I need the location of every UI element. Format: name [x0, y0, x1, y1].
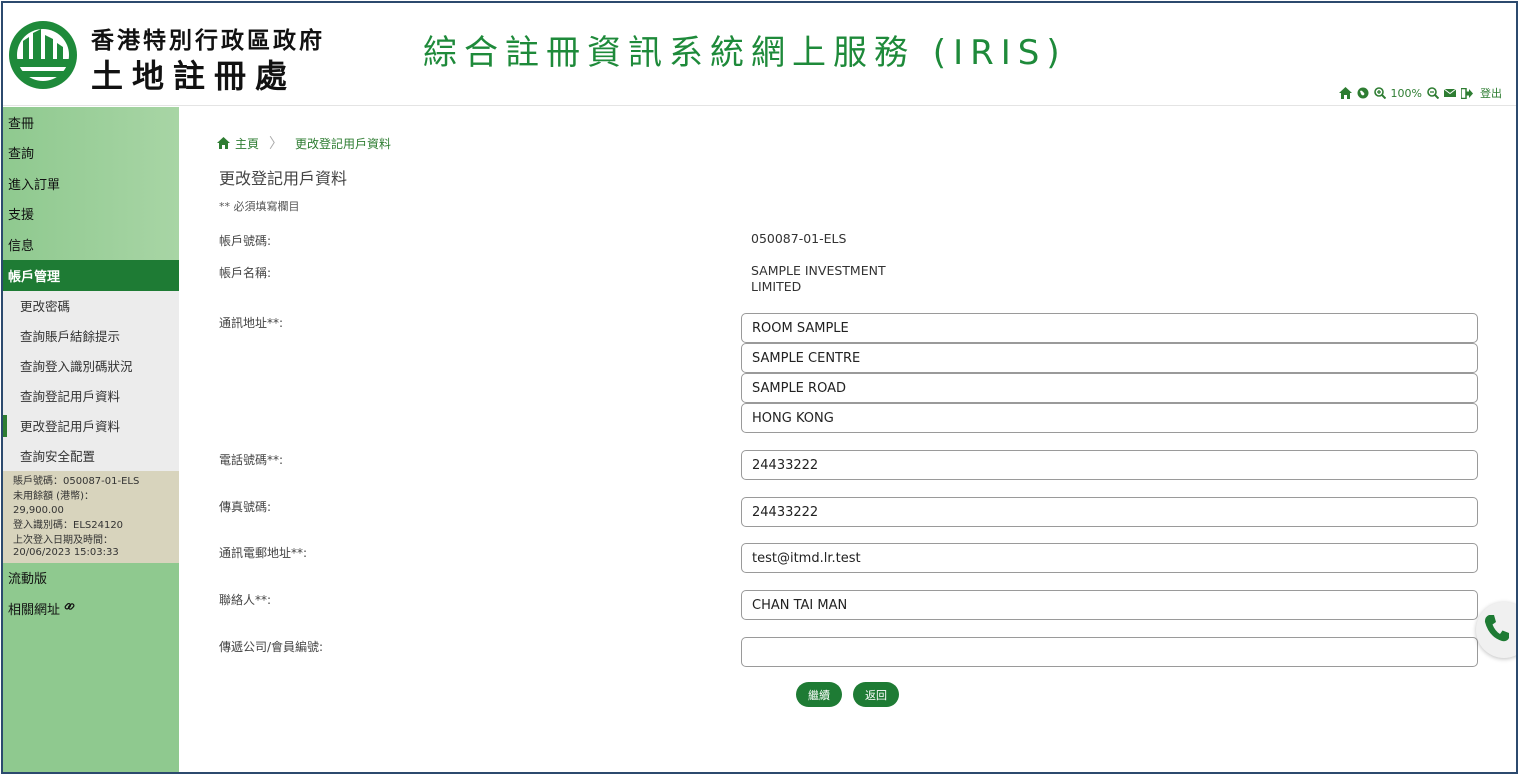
login-id-info: 登入識別碼：ELS24120: [13, 519, 124, 531]
fax-input[interactable]: [741, 497, 1478, 527]
system-title: 綜合註冊資訊系統網上服務 (IRIS): [423, 33, 1067, 73]
fax-label: 傳真號碼:: [219, 500, 272, 514]
sidebar-item-support[interactable]: 支援: [3, 198, 179, 229]
last-login-value: 20/06/2023 15:03:33: [13, 546, 119, 558]
address-line1-input[interactable]: [741, 313, 1478, 343]
address-line2-input[interactable]: [741, 343, 1478, 373]
sidebar-item-search-register[interactable]: 查冊: [3, 107, 179, 138]
account-info-box: 賬戶號碼：050087-01-ELS 未用餘額 (港幣)： 29,900.00 …: [3, 470, 179, 563]
continue-button[interactable]: 繼續: [796, 682, 842, 707]
account-number-info: 賬戶號碼：050087-01-ELS: [13, 475, 140, 487]
sidebar-lower: 流動版 相關網址: [3, 562, 179, 624]
email-input[interactable]: [741, 543, 1478, 573]
address-line4-input[interactable]: [741, 403, 1478, 433]
sidebar-item-account-management[interactable]: 帳戶管理: [3, 259, 179, 291]
submenu-balance-alert[interactable]: 查詢賬戶結餘提示: [3, 320, 179, 351]
phone-label: 電話號碼**:: [219, 453, 284, 467]
main-content: 主頁 〉 更改登記用戶資料 更改登記用戶資料 ** 必須填寫欄目 帳戶號碼: 0…: [179, 107, 1516, 772]
mail-icon[interactable]: [1444, 86, 1456, 100]
delivery-company-input[interactable]: [741, 637, 1478, 667]
balance-label: 未用餘額 (港幣)：: [13, 490, 94, 502]
home-icon[interactable]: [1338, 86, 1352, 100]
submenu-change-password[interactable]: 更改密碼: [3, 290, 179, 321]
submenu-change-user-info[interactable]: 更改登記用戶資料: [3, 410, 179, 441]
zoom-out-icon[interactable]: [1427, 86, 1439, 100]
account-name-line1: SAMPLE INVESTMENT: [751, 263, 886, 278]
submenu-security-config[interactable]: 查詢安全配置: [3, 440, 179, 471]
submenu-view-user-info[interactable]: 查詢登記用戶資料: [3, 380, 179, 411]
address-line3-input[interactable]: [741, 373, 1478, 403]
app-window: 香港特別行政區政府 土地註冊處 綜合註冊資訊系統網上服務 (IRIS) 100%: [1, 1, 1518, 774]
sidebar-item-orders[interactable]: 進入訂單: [3, 168, 179, 199]
breadcrumb-current: 更改登記用戶資料: [295, 136, 392, 151]
breadcrumb-home[interactable]: 主頁: [235, 135, 259, 152]
email-label: 通訊電郵地址**:: [219, 546, 308, 560]
submenu-login-id-status[interactable]: 查詢登入識別碼狀況: [3, 350, 179, 381]
required-note: ** 必須填寫欄目: [219, 200, 300, 213]
page-title: 更改登記用戶資料: [219, 169, 348, 188]
contact-person-input[interactable]: [741, 590, 1478, 620]
account-name-line2: LIMITED: [751, 279, 802, 294]
back-button[interactable]: 返回: [853, 682, 899, 707]
top-toolbar: 100% 登出: [1338, 85, 1502, 101]
header: 香港特別行政區政府 土地註冊處 綜合註冊資訊系統網上服務 (IRIS) 100%: [3, 3, 1516, 106]
account-number-label: 帳戶號碼:: [219, 234, 272, 248]
org-name-line2: 土地註冊處: [91, 57, 297, 95]
sidebar: 查冊 查詢 進入訂單 支援 信息 帳戶管理 更改密碼 查詢賬戶結餘提示 查詢登入…: [3, 107, 179, 772]
globe-icon[interactable]: [1357, 86, 1369, 100]
zoom-level: 100%: [1390, 86, 1422, 100]
sidebar-item-mobile-version[interactable]: 流動版: [3, 562, 179, 593]
chevron-right-icon: 〉: [269, 136, 284, 152]
address-label: 通訊地址**:: [219, 316, 284, 330]
sidebar-item-related-links[interactable]: 相關網址: [3, 593, 179, 624]
delivery-company-label: 傳遞公司/會員編號:: [219, 640, 324, 654]
home-icon[interactable]: [217, 137, 230, 149]
link-icon: [64, 601, 75, 615]
breadcrumb: 主頁 〉 更改登記用戶資料: [217, 133, 391, 153]
sidebar-item-enquiry[interactable]: 查詢: [3, 137, 179, 168]
account-name-value: SAMPLE INVESTMENT LIMITED: [751, 263, 886, 295]
account-name-label: 帳戶名稱:: [219, 266, 272, 280]
org-name-line1: 香港特別行政區政府: [91, 28, 325, 54]
account-submenu: 更改密碼 查詢賬戶結餘提示 查詢登入識別碼狀況 查詢登記用戶資料 更改登記用戶資…: [3, 290, 179, 471]
land-registry-logo: [7, 19, 79, 91]
logout-icon[interactable]: [1461, 86, 1473, 100]
contact-person-label: 聯絡人**:: [219, 593, 272, 607]
balance-value: 29,900.00: [13, 504, 64, 516]
phone-contact-button[interactable]: [1476, 602, 1516, 658]
phone-icon: [1483, 613, 1511, 647]
phone-input[interactable]: [741, 450, 1478, 480]
sidebar-item-messages[interactable]: 信息: [3, 229, 179, 260]
last-login-label: 上次登入日期及時間：: [13, 534, 113, 546]
zoom-in-icon[interactable]: [1373, 86, 1386, 100]
logout-link[interactable]: 登出: [1480, 85, 1502, 101]
account-number-value: 050087-01-ELS: [751, 231, 847, 246]
